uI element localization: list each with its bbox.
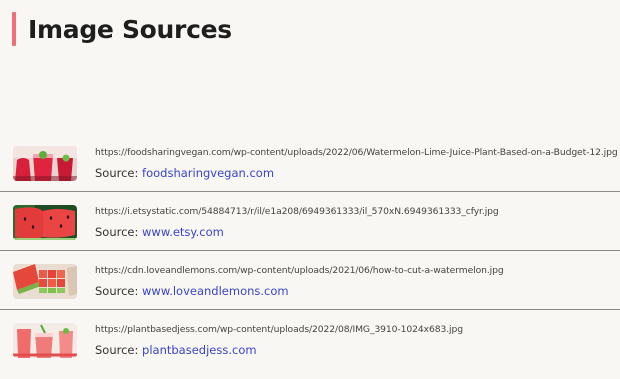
image-url: https://foodsharingvegan.com/wp-content/… [95, 147, 618, 158]
image-url: https://plantbasedjess.com/wp-content/up… [95, 324, 463, 335]
list-item: https://plantbasedjess.com/wp-content/up… [0, 310, 620, 369]
image-source-list: https://foodsharingvegan.com/wp-content/… [0, 133, 620, 369]
page-title: Image Sources [28, 14, 232, 44]
list-item: https://foodsharingvegan.com/wp-content/… [0, 133, 620, 192]
source-label: Source: [95, 225, 139, 239]
watermelon-slice-thumbnail[interactable] [13, 205, 77, 240]
title-accent-bar [12, 12, 16, 46]
source-link[interactable]: plantbasedjess.com [142, 343, 257, 357]
image-url: https://cdn.loveandlemons.com/wp-content… [95, 265, 504, 276]
watermelon-juice-thumbnail[interactable] [13, 146, 77, 181]
source-label: Source: [95, 343, 139, 357]
source-line: Source: foodsharingvegan.com [95, 166, 274, 180]
source-link[interactable]: www.etsy.com [142, 225, 224, 239]
list-item: https://i.etsystatic.com/54884713/r/il/e… [0, 192, 620, 251]
source-link[interactable]: foodsharingvegan.com [142, 166, 274, 180]
image-url: https://i.etsystatic.com/54884713/r/il/e… [95, 206, 499, 217]
source-label: Source: [95, 166, 139, 180]
page-header: Image Sources [12, 12, 232, 46]
list-item: https://cdn.loveandlemons.com/wp-content… [0, 251, 620, 310]
source-line: Source: www.etsy.com [95, 225, 224, 239]
source-line: Source: www.loveandlemons.com [95, 284, 289, 298]
watermelon-cubes-thumbnail[interactable] [13, 264, 77, 299]
source-line: Source: plantbasedjess.com [95, 343, 257, 357]
watermelon-drink-thumbnail[interactable] [13, 323, 77, 358]
source-link[interactable]: www.loveandlemons.com [142, 284, 289, 298]
source-label: Source: [95, 284, 139, 298]
